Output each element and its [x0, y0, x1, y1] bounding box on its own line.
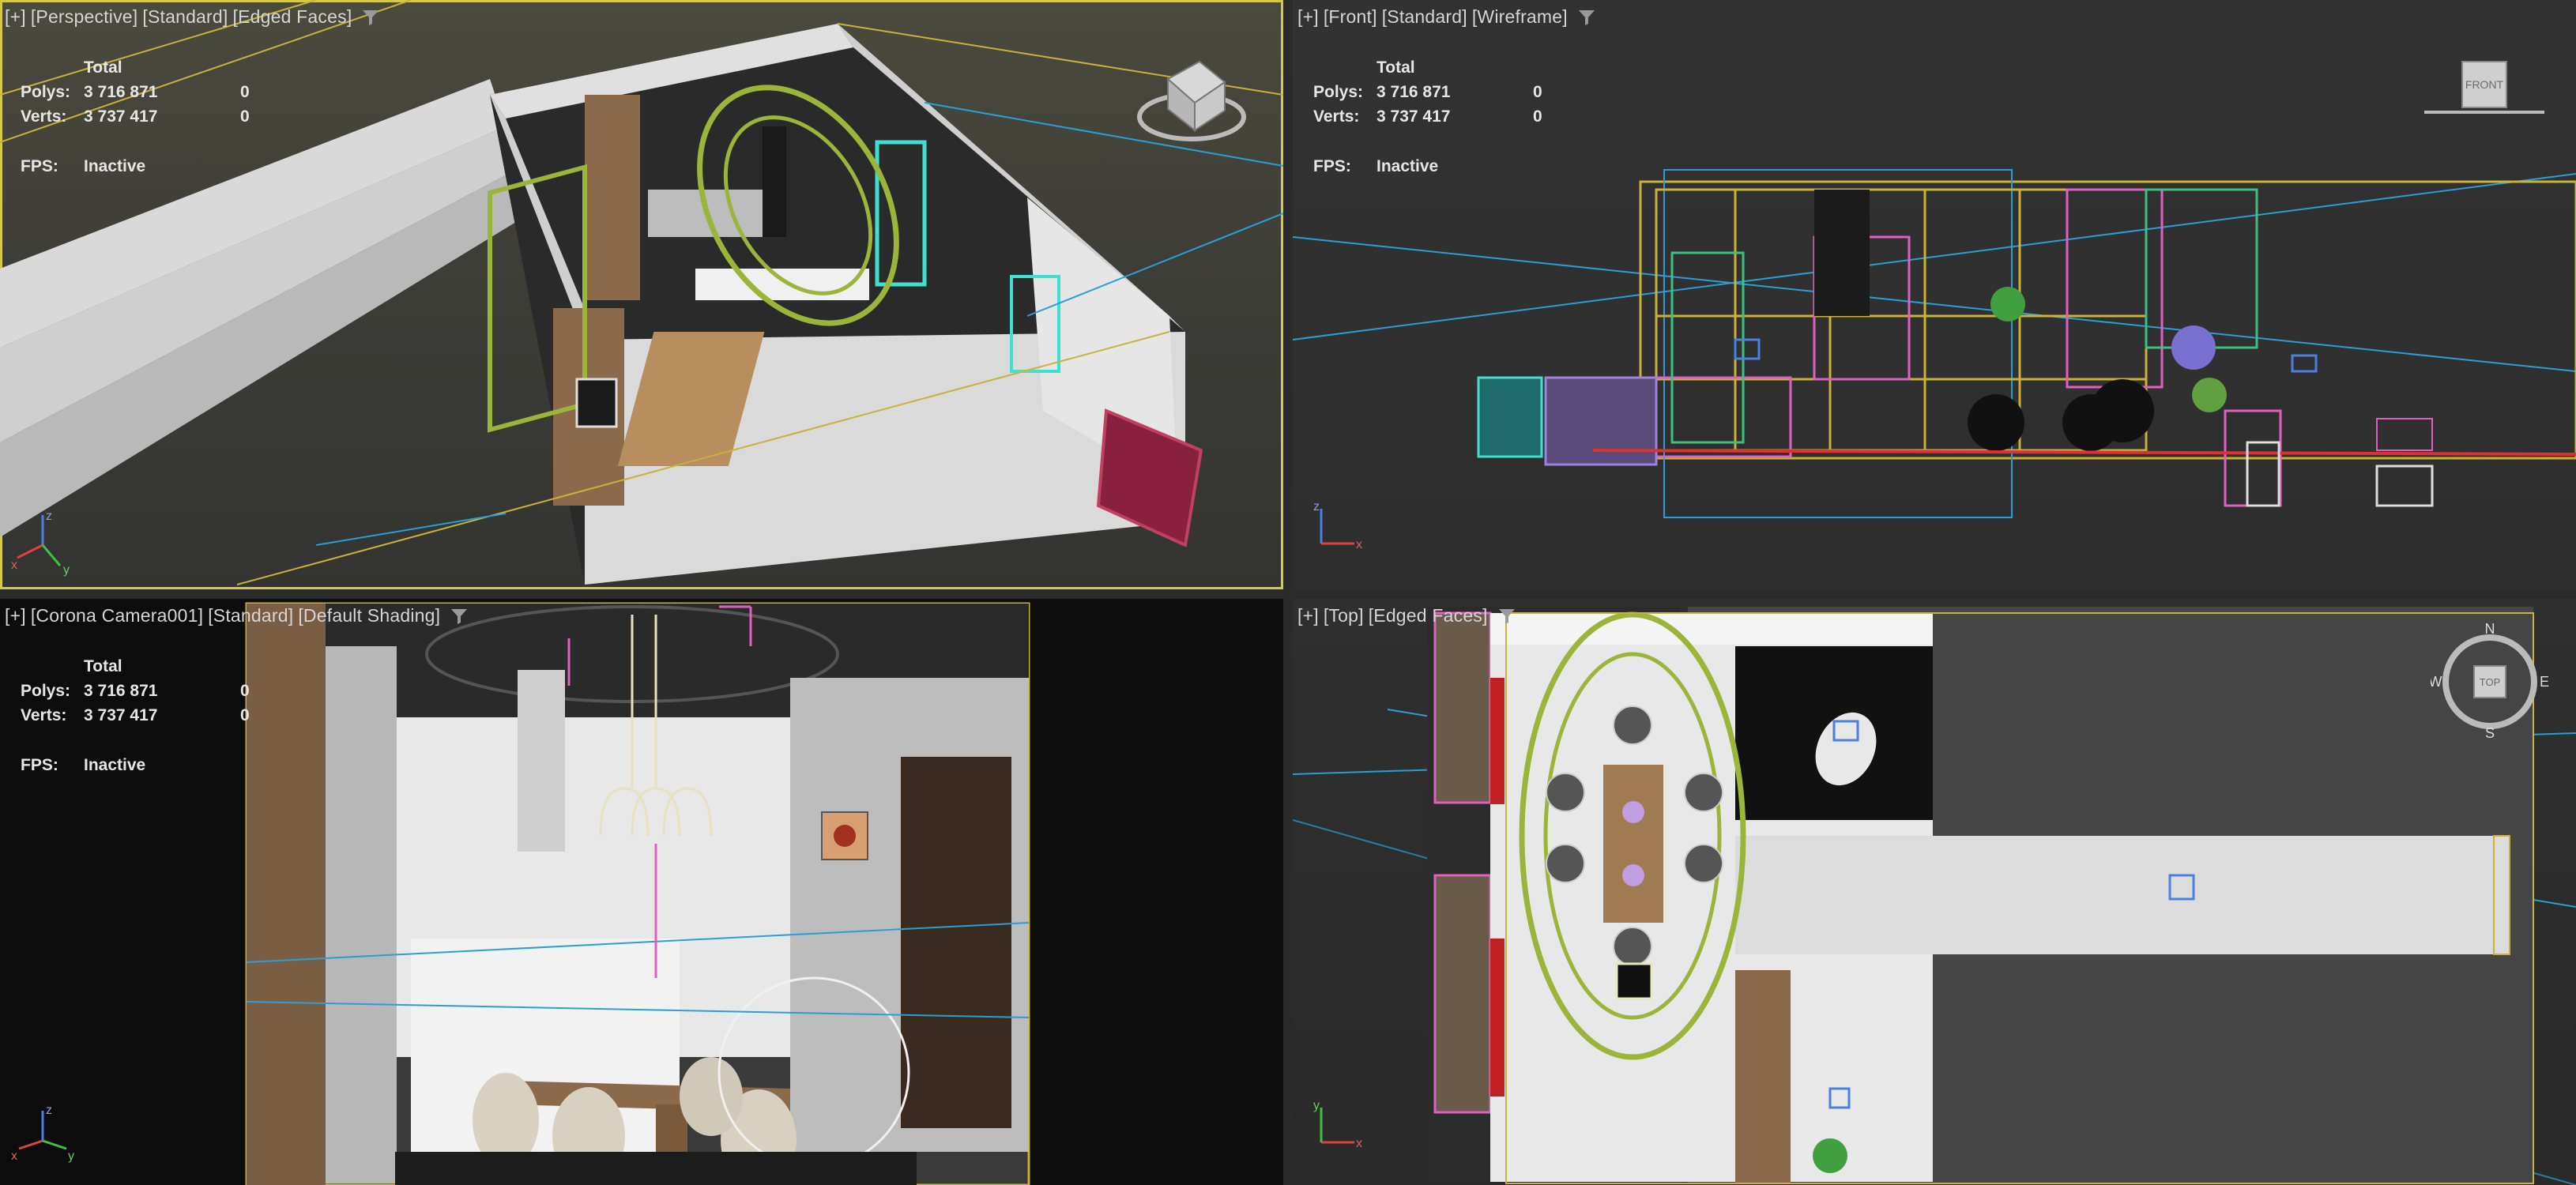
viewport-style-menu[interactable]: [Standard]	[142, 6, 228, 28]
compass-west: W	[2431, 674, 2442, 690]
axis-z-label: z	[46, 1104, 52, 1117]
viewport-shading-menu[interactable]: [Default Shading]	[298, 605, 440, 626]
stats-polys-label: Polys:	[21, 83, 71, 101]
axis-tripod: y x	[1313, 1099, 1362, 1150]
axis-tripod: z x y	[11, 510, 70, 577]
filter-icon[interactable]	[1577, 8, 1596, 27]
viewport-camera[interactable]: [+] [Corona Camera001] [Standard] [Defau…	[0, 599, 1283, 1185]
viewport-view-menu[interactable]: [Front]	[1324, 6, 1377, 28]
axis-y-label: y	[68, 1149, 74, 1163]
axis-x-label: x	[1356, 1137, 1362, 1150]
axis-x-label: x	[11, 1149, 17, 1163]
stats-verts-label: Verts:	[21, 706, 67, 724]
cabinet-left	[1433, 611, 1492, 804]
stats-fps-value: Inactive	[84, 756, 146, 774]
axis-y-label: y	[1313, 1099, 1320, 1112]
stats-polys-label: Polys:	[1313, 83, 1364, 101]
viewport-style-menu[interactable]: [Standard]	[1382, 6, 1467, 28]
viewport-style-menu[interactable]: [Standard]	[208, 605, 293, 626]
stats-polys-selected: 0	[240, 682, 250, 700]
stats-verts-label: Verts:	[1313, 107, 1360, 126]
stats-fps-label: FPS:	[21, 756, 58, 774]
filter-icon[interactable]	[1497, 607, 1516, 626]
stats-verts-selected: 0	[1533, 107, 1542, 126]
viewcube-face-label: FRONT	[2465, 78, 2504, 91]
viewport-perspective[interactable]: [+] [Perspective] [Standard] [Edged Face…	[0, 0, 1283, 589]
viewport-style-menu[interactable]: [Edged Faces]	[1369, 605, 1488, 626]
range-hood	[763, 126, 786, 237]
axis-x-label: x	[1356, 538, 1362, 551]
stats-verts-value: 3 737 417	[84, 107, 158, 126]
stats-total-header: Total	[84, 657, 122, 675]
axis-tripod: z x y	[11, 1104, 74, 1163]
filter-icon[interactable]	[450, 607, 469, 626]
top-scene[interactable]	[1293, 599, 2576, 1185]
stats-verts-selected: 0	[240, 706, 250, 724]
viewport-label-perspective[interactable]: [+] [Perspective] [Standard] [Edged Face…	[5, 6, 380, 28]
stats-fps-value: Inactive	[84, 157, 146, 175]
axis-tripod: z x	[1313, 500, 1362, 551]
stats-verts-value: 3 737 417	[1377, 107, 1451, 126]
viewport-view-menu[interactable]: [Top]	[1324, 605, 1364, 626]
kitchen-island	[411, 939, 680, 1160]
compass-north: N	[2485, 623, 2495, 637]
stats-fps-label: FPS:	[1313, 157, 1351, 175]
viewcube[interactable]	[1136, 47, 1247, 150]
stats-fps-label: FPS:	[21, 157, 58, 175]
viewport-front[interactable]: [+] [Front] [Standard] [Wireframe] Total…	[1293, 0, 2576, 589]
viewport-label-camera[interactable]: [+] [Corona Camera001] [Standard] [Defau…	[5, 605, 469, 626]
viewport-plus-menu[interactable]: [+]	[1297, 6, 1319, 28]
viewport-view-menu[interactable]: [Perspective]	[31, 6, 138, 28]
stats-polys-value: 3 716 871	[84, 682, 158, 700]
stats-polys-value: 3 716 871	[1377, 83, 1451, 101]
wood-panel	[585, 95, 640, 300]
statistics-overlay: Total Polys: 3 716 871 0 Verts: 3 737 417 0 …	[21, 654, 250, 777]
stats-fps-value: Inactive	[1377, 157, 1439, 175]
range-hood	[518, 670, 565, 852]
stats-verts-label: Verts:	[21, 107, 67, 126]
compass-south: S	[2485, 725, 2495, 741]
window-panel	[1477, 376, 1543, 458]
stats-polys-selected: 0	[240, 83, 250, 101]
corridor	[1735, 836, 2510, 954]
viewport-shading-menu[interactable]: [Wireframe]	[1472, 6, 1568, 28]
viewcube-compass[interactable]: TOP N S E W	[2431, 623, 2549, 741]
stats-polys-selected: 0	[1533, 83, 1542, 101]
viewcube[interactable]: FRONT	[2421, 55, 2548, 126]
viewport-plus-menu[interactable]: [+]	[1297, 605, 1319, 626]
viewport-shading-menu[interactable]: [Edged Faces]	[233, 6, 352, 28]
axis-x-label: x	[11, 559, 17, 572]
viewport-plus-menu[interactable]: [+]	[5, 605, 26, 626]
viewport-top[interactable]: [+] [Top] [Edged Faces] TOP N S E W y x	[1293, 599, 2576, 1185]
stats-total-header: Total	[84, 58, 122, 77]
stats-verts-selected: 0	[240, 107, 250, 126]
axis-y-label: y	[63, 563, 70, 577]
dining-table	[1603, 765, 1663, 923]
wood-slat-panel	[247, 604, 326, 1185]
statistics-overlay: Total Polys: 3 716 871 0 Verts: 3 737 417 0 …	[1313, 55, 1542, 179]
compass-east: E	[2540, 674, 2549, 690]
viewport-label-top[interactable]: [+] [Top] [Edged Faces]	[1297, 605, 1516, 626]
statistics-overlay: Total Polys: 3 716 871 0 Verts: 3 737 417 0 …	[21, 55, 250, 179]
filter-icon[interactable]	[361, 8, 380, 27]
viewcube-face-label: TOP	[2480, 676, 2501, 688]
viewport-plus-menu[interactable]: [+]	[5, 6, 26, 28]
viewport-label-front[interactable]: [+] [Front] [Standard] [Wireframe]	[1297, 6, 1596, 28]
stats-total-header: Total	[1377, 58, 1415, 77]
axis-z-label: z	[1313, 500, 1320, 514]
stats-polys-value: 3 716 871	[84, 83, 158, 101]
viewport-view-menu[interactable]: [Corona Camera001]	[31, 605, 203, 626]
stats-verts-value: 3 737 417	[84, 706, 158, 724]
stats-polys-label: Polys:	[21, 682, 71, 700]
axis-z-label: z	[46, 510, 52, 523]
